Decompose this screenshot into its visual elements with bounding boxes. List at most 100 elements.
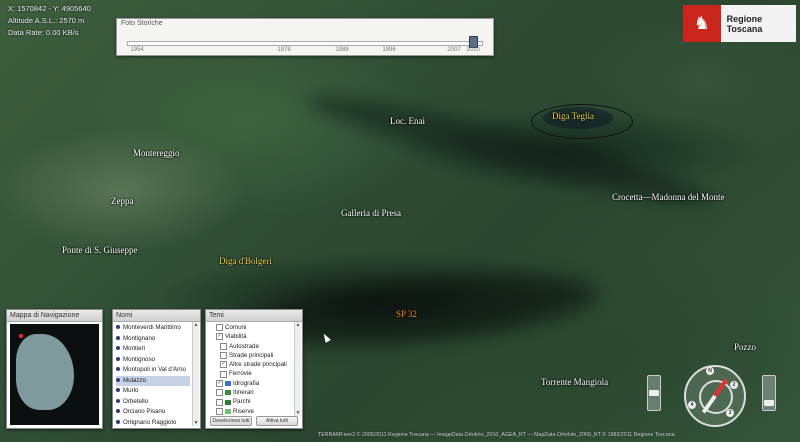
compass-n-button[interactable]: N [706,367,714,375]
theme-label: Strade principali [229,351,274,359]
altitude-readout: Altitude A.S.L.: 2570 m [8,16,85,25]
location-marker [19,334,23,338]
zoom-control[interactable] [762,375,776,411]
theme-item[interactable]: ✓ Altre strade principali [208,360,294,369]
historic-photo-timeline[interactable]: Foto Storiche 1954 1978 1988 1996 2007 2… [116,18,494,56]
theme-swatch-icon [225,390,231,396]
label-diga-teglia: Diga Teglia [552,111,594,121]
label-zeppa: Zeppa [111,196,134,206]
timeline-tick: 2007 [447,47,461,53]
theme-checkbox[interactable]: ✓ [216,379,223,387]
label-crocetta: Crocetta—Madonna del Monte [612,192,725,202]
theme-checkbox[interactable] [216,398,223,406]
nav-panel-title: Mappa di Navigazione [7,310,102,322]
theme-item[interactable]: Riserve [208,407,294,416]
theme-item[interactable]: Autostrade [208,342,294,351]
tilt-thumb[interactable] [649,390,659,396]
label-sp32: SP 32 [396,309,417,319]
theme-checkbox[interactable]: ✓ [216,333,223,341]
place-name-item[interactable]: Monteverdi Marittimo [116,323,190,334]
timeline-title: Foto Storiche [121,20,163,27]
label-montereggio: Montereggio [133,148,180,158]
label-diga-bolgeri: Diga d'Bolgeri [219,256,272,266]
label-ponte: Ponte di S. Giuseppe [62,245,138,255]
logo-text: Regione Toscana [726,13,763,34]
theme-checkbox[interactable] [216,389,223,397]
place-name-item[interactable]: Ortignano Raggiolo [116,418,190,429]
theme-item[interactable]: Strade principali [208,351,294,360]
label-galleria: Galleria di Presa [341,208,401,218]
place-name-item[interactable]: Montignoso [116,355,190,366]
zoom-thumb[interactable] [764,400,774,406]
theme-label: Comuni [225,324,247,331]
place-name-item[interactable]: Montieri [116,344,190,355]
region-shape [16,334,74,410]
place-name-item[interactable]: Mulazzo [116,375,190,386]
navigation-compass[interactable]: N 2 3 4 [684,365,746,427]
theme-checkbox[interactable] [216,324,223,332]
timeline-tick: 1978 [277,47,291,53]
theme-checkbox[interactable]: ✓ [220,361,227,369]
theme-item[interactable]: Parchi [208,397,294,406]
scroll-up-icon[interactable]: ▲ [295,322,301,328]
themes-list[interactable]: Comuni ✓ Viabilità Autostrade Strade princip… [206,322,302,416]
coords-readout: X: 1570842 - Y: 4905640 [8,4,91,13]
names-panel-title: Nomi [113,310,200,322]
deselect-all-button[interactable]: Deseleziona tutti [210,416,252,426]
tilt-control[interactable] [647,375,661,411]
theme-label: Viabilità [225,333,247,341]
regione-toscana-logo: ♞ Regione Toscana [683,5,796,42]
timeline-tick: 1954 [130,47,144,53]
theme-swatch-icon [225,408,231,414]
theme-label: Ferrovie [229,370,252,378]
theme-label: Idrografia [233,379,260,387]
theme-item[interactable]: Ferrovie [208,369,294,378]
data-rate-readout: Data Rate: 0.00 KB/s [8,28,79,37]
timeline-tick: 1988 [335,47,349,53]
place-name-item[interactable]: Montopoli in Val d'Arno [116,365,190,376]
theme-label: Itinerari [233,389,254,397]
timeline-track[interactable] [127,41,483,46]
scroll-up-icon[interactable]: ▲ [193,322,199,328]
theme-swatch-icon [225,399,231,405]
theme-item[interactable]: ✓ Idrografia [208,379,294,388]
highlight-ellipse [531,104,633,139]
theme-checkbox[interactable] [220,342,227,350]
activate-all-button[interactable]: Attiva tutti [256,416,298,426]
place-name-item[interactable]: Murlo [116,386,190,397]
scroll-down-icon[interactable]: ▼ [193,420,199,426]
theme-checkbox[interactable] [220,370,227,378]
place-name-item[interactable]: Montignano [116,334,190,345]
theme-checkbox[interactable] [220,352,227,360]
compass-s-button[interactable]: 3 [726,409,734,417]
theme-item[interactable]: Comuni [208,323,294,332]
theme-label: Autostrade [229,342,259,350]
timeline-tick: 2010 [466,47,480,53]
timeline-tick: 1996 [382,47,396,53]
themes-scrollbar[interactable]: ▲ ▼ [294,322,301,416]
overview-map[interactable] [10,324,99,425]
pegasus-icon: ♞ [683,5,721,42]
theme-checkbox[interactable] [216,407,223,415]
themes-panel-title: Temi [206,310,302,322]
label-pozzo: Pozzo [734,342,756,352]
copyright-footer: TERRAMFiver2 © 2005/2011 Regione Toscana… [318,432,675,438]
theme-item[interactable]: Itinerari [208,388,294,397]
theme-label: Riserve [233,407,254,415]
theme-swatch-icon [225,380,231,386]
theme-item[interactable]: ✓ Viabilità [208,332,294,341]
place-name-item[interactable]: Orciano Pisano [116,407,190,418]
names-scrollbar[interactable]: ▲ ▼ [192,322,199,426]
theme-label: Altre strade principali [229,361,287,369]
place-names-panel[interactable]: Nomi Monteverdi Marittimo Montignano Monti… [112,309,201,429]
place-names-list[interactable]: Monteverdi Marittimo Montignano Montieri Mo… [113,322,200,428]
navigation-map-panel[interactable]: Mappa di Navigazione [6,309,103,429]
aerial-map-view[interactable]: X: 1570842 - Y: 4905640 Altitude A.S.L.:… [0,0,800,442]
label-loc-enai: Loc. Enai [390,116,425,126]
themes-panel[interactable]: Temi Comuni ✓ Viabilità Autostrade Strade pr… [205,309,303,429]
theme-label: Parchi [233,398,251,406]
compass-e-button[interactable]: 2 [730,381,738,389]
label-torrente: Torrente Mangiola [541,377,609,387]
place-name-item[interactable]: Orbetello [116,397,190,408]
compass-w-button[interactable]: 4 [688,401,696,409]
